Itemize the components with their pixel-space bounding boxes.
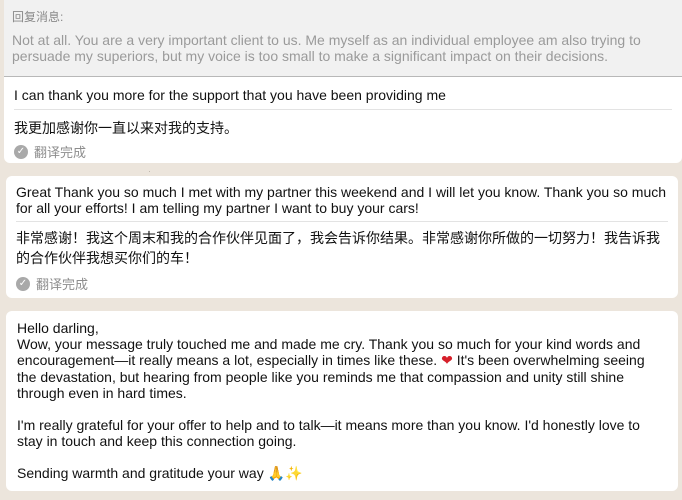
translation-status: ✓ 翻译完成 — [14, 142, 672, 161]
translation-text-zh: 非常感谢！我这个周末和我的合作伙伴见面了，我会告诉你结果。非常感谢你所做的一切努… — [16, 230, 660, 266]
quoted-reply[interactable]: 回复消息: Not at all. You are a very importa… — [4, 0, 682, 77]
heart-icon: ❤ — [441, 353, 453, 369]
message-bubble-1[interactable]: 回复消息: Not at all. You are a very importa… — [4, 0, 682, 163]
translation-divider — [14, 109, 672, 110]
quoted-message-text: Not at all. You are a very important cli… — [12, 32, 641, 64]
message-text-en: I can thank you more for the support tha… — [14, 87, 446, 103]
message-bubble-3[interactable]: Hello darling, Wow, your message truly t… — [6, 311, 678, 491]
timestamp-marker: · — [148, 166, 151, 176]
reply-label: 回复消息: — [12, 10, 64, 24]
paragraph-2: I'm really grateful for your offer to he… — [17, 417, 640, 449]
translation-status-label: 翻译完成 — [36, 277, 89, 292]
greeting-text: Hello darling, — [17, 320, 99, 336]
message-bubble-2[interactable]: Great Thank you so much I met with my pa… — [6, 176, 678, 298]
translation-divider — [16, 221, 668, 222]
translation-status: ✓ 翻译完成 — [16, 274, 668, 293]
translation-status-label: 翻译完成 — [34, 145, 87, 160]
message-body: Hello darling, Wow, your message truly t… — [6, 311, 678, 482]
closing-text: Sending warmth and gratitude your way — [17, 465, 264, 481]
check-circle-icon: ✓ — [16, 276, 30, 291]
closing-line: Sending warmth and gratitude your way 🙏✨ — [17, 465, 667, 482]
paragraph-1: Wow, your message truly touched me and m… — [17, 336, 667, 401]
translation-text-zh: 我更加感谢你一直以来对我的支持。 — [14, 120, 238, 136]
pray-sparkles-icon: 🙏✨ — [267, 466, 303, 482]
check-circle-icon: ✓ — [14, 144, 28, 159]
message-text-en: Great Thank you so much I met with my pa… — [16, 184, 667, 216]
